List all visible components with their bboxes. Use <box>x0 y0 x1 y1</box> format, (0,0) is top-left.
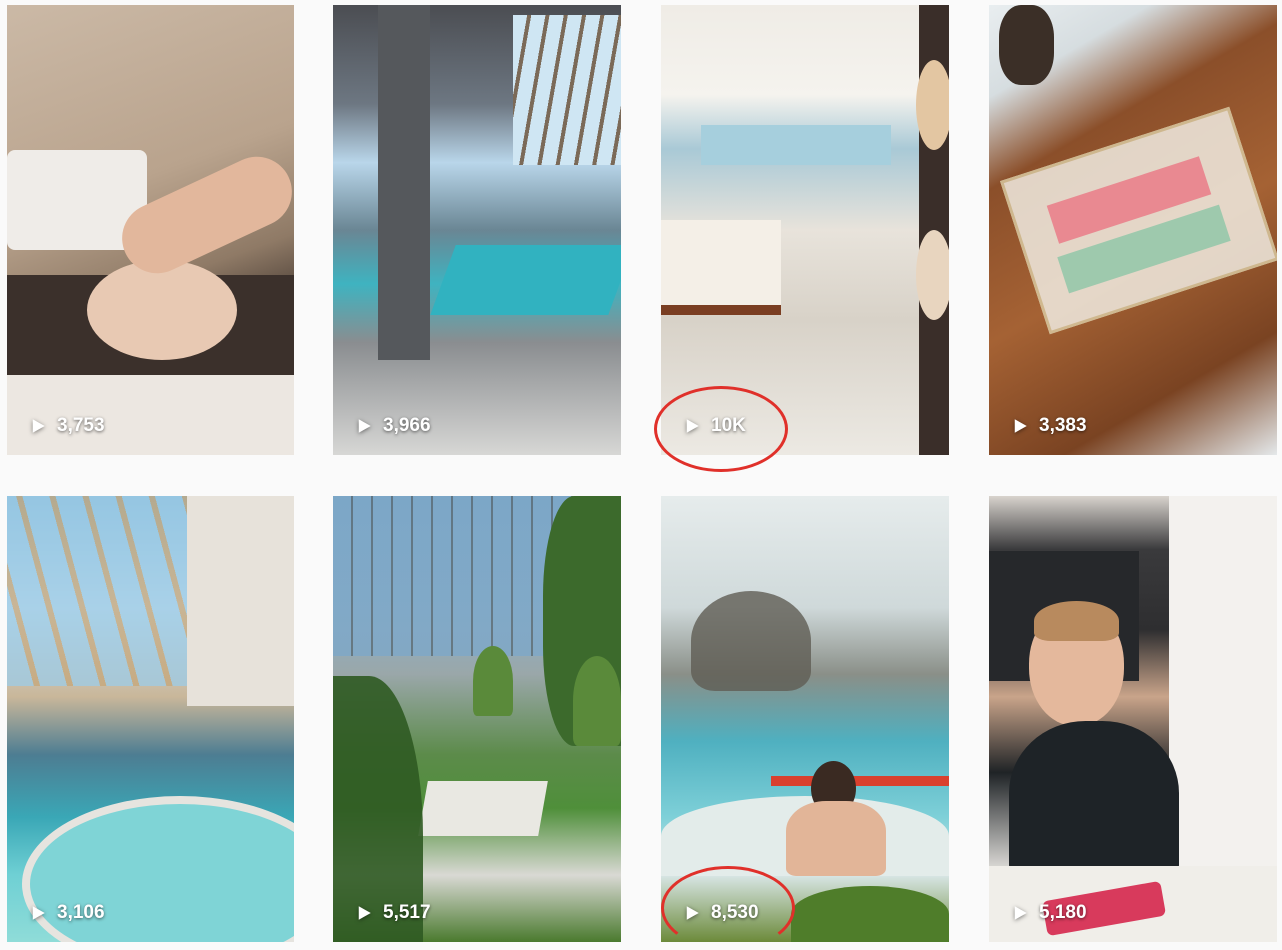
reels-grid: 3,753 3,966 10K 3,383 3,106 5,517 8,530 … <box>0 0 1282 950</box>
reel-thumbnail[interactable]: 3,966 <box>333 5 621 455</box>
reel-image <box>333 5 621 455</box>
play-icon <box>1014 419 1027 433</box>
view-count-label: 3,753 <box>57 415 105 436</box>
view-count-label: 3,106 <box>57 902 105 923</box>
reel-thumbnail[interactable]: 5,517 <box>333 496 621 942</box>
view-count: 3,753 <box>29 415 105 437</box>
view-count: 8,530 <box>683 902 759 924</box>
play-icon <box>358 419 371 433</box>
play-icon <box>358 906 371 920</box>
reel-thumbnail[interactable]: 3,383 <box>989 5 1277 455</box>
reel-image <box>333 496 621 942</box>
play-icon <box>686 906 699 920</box>
reel-image <box>661 496 949 942</box>
reel-thumbnail[interactable]: 5,180 <box>989 496 1277 942</box>
reel-thumbnail[interactable]: 3,106 <box>7 496 294 942</box>
reel-image <box>661 5 949 455</box>
reel-thumbnail[interactable]: 10K <box>661 5 949 455</box>
play-icon <box>32 419 45 433</box>
play-icon <box>32 906 45 920</box>
view-count: 10K <box>683 415 746 437</box>
view-count-label: 8,530 <box>711 902 759 923</box>
reel-image <box>7 496 294 942</box>
view-count: 3,966 <box>355 415 431 437</box>
reel-image <box>989 5 1277 455</box>
view-count-label: 10K <box>711 415 746 436</box>
reel-thumbnail[interactable]: 3,753 <box>7 5 294 455</box>
view-count: 5,517 <box>355 902 431 924</box>
view-count-label: 3,966 <box>383 415 431 436</box>
view-count-label: 5,180 <box>1039 902 1087 923</box>
reel-image <box>989 496 1277 942</box>
play-icon <box>1014 906 1027 920</box>
view-count: 3,106 <box>29 902 105 924</box>
view-count: 3,383 <box>1011 415 1087 437</box>
reel-thumbnail[interactable]: 8,530 <box>661 496 949 942</box>
play-icon <box>686 419 699 433</box>
view-count-label: 3,383 <box>1039 415 1087 436</box>
view-count: 5,180 <box>1011 902 1087 924</box>
reel-image <box>7 5 294 455</box>
view-count-label: 5,517 <box>383 902 431 923</box>
